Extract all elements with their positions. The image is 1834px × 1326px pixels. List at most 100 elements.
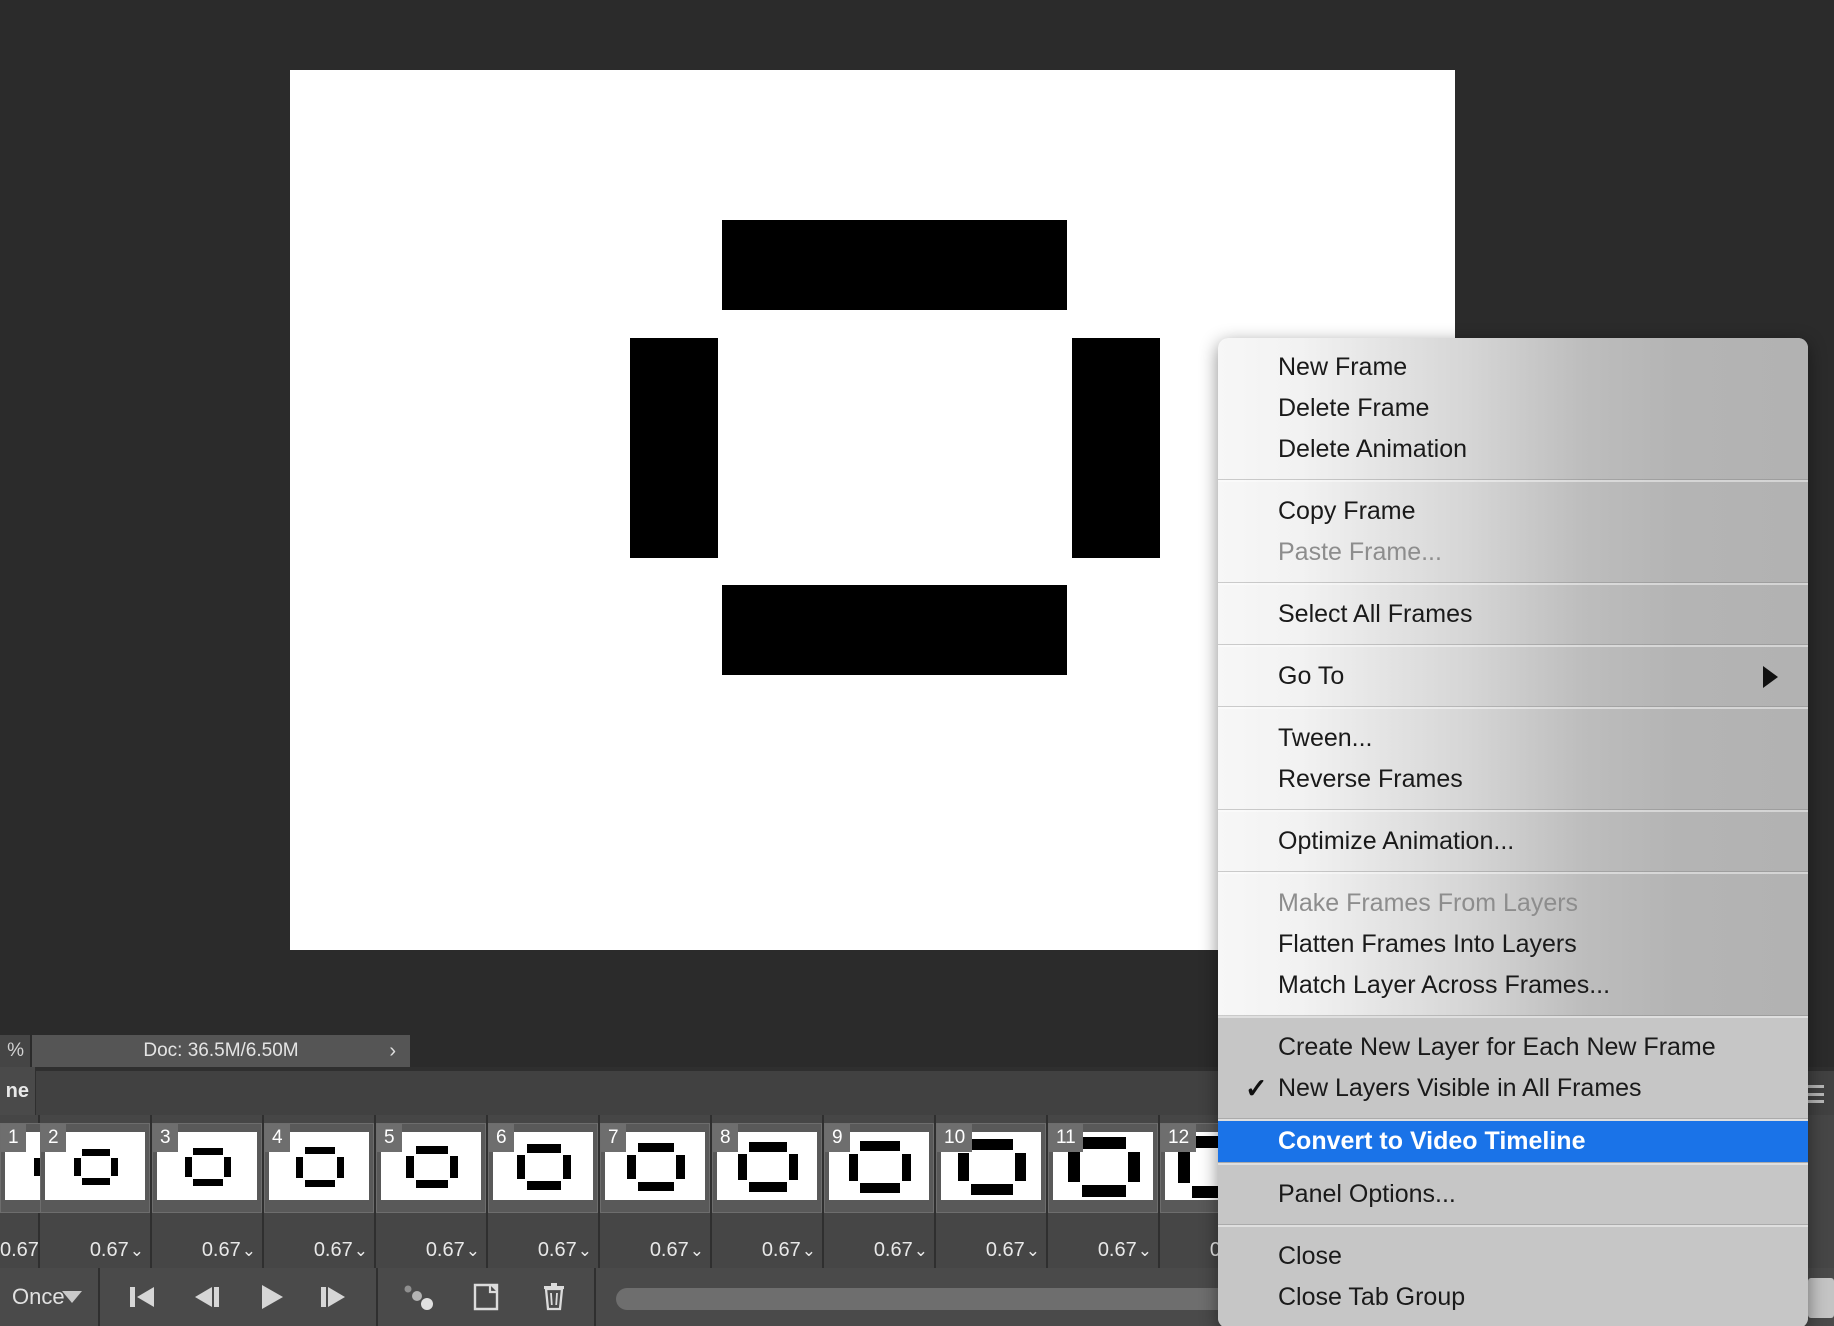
menu-item-new-layers-visible-in-all-frames[interactable]: ✓ New Layers Visible in All Frames (1218, 1068, 1808, 1109)
menu-item-optimize-animation[interactable]: Optimize Animation... (1218, 821, 1808, 862)
frame-delay-select[interactable]: 0.67⌄ (824, 1239, 928, 1262)
menu-item-flatten-frames-into-layers[interactable]: Flatten Frames Into Layers (1218, 924, 1808, 965)
frame-number: 12 (1161, 1124, 1197, 1152)
menu-item-convert-to-video-timeline[interactable]: Convert to Video Timeline (1218, 1121, 1808, 1162)
frame-art-left (848, 1153, 859, 1181)
frame-delay-select[interactable]: 0.67⌄ (712, 1239, 816, 1262)
frame-thumbnail[interactable]: 9 (824, 1123, 934, 1213)
timeline-panel-context-menu[interactable]: New Frame Delete Frame Delete Animation Cop… (1218, 338, 1808, 1326)
frame-number: 9 (825, 1124, 850, 1152)
frame-number: 10 (937, 1124, 973, 1152)
timeline-frame[interactable]: 11 0.67⌄ (1048, 1115, 1160, 1268)
menu-item-label: Match Layer Across Frames... (1278, 971, 1611, 999)
timeline-frame[interactable]: 2 0.67⌄ (40, 1115, 152, 1268)
trash-icon[interactable] (534, 1280, 574, 1314)
frame-art-bottom (193, 1178, 223, 1187)
frame-delay-select[interactable]: 0.67⌄ (376, 1239, 480, 1262)
frame-delay-select[interactable]: 0.67⌄ (1048, 1239, 1152, 1262)
frame-art-right (1015, 1152, 1026, 1182)
frame-delay-select[interactable]: 0.67⌄ (600, 1239, 704, 1262)
menu-item-label: Make Frames From Layers (1278, 889, 1579, 917)
menu-item-tween[interactable]: Tween... (1218, 718, 1808, 759)
frame-art-left (737, 1154, 748, 1180)
zoom-level-field[interactable]: % (0, 1035, 30, 1067)
menu-item-go-to[interactable]: Go To (1218, 656, 1808, 697)
menu-item-reverse-frames[interactable]: Reverse Frames (1218, 759, 1808, 800)
frame-tools (378, 1268, 596, 1326)
frame-art-top (82, 1149, 110, 1156)
frame-thumbnail[interactable]: 8 (712, 1123, 822, 1213)
play-animation-button[interactable] (250, 1280, 290, 1314)
chevron-down-icon: ⌄ (689, 1241, 704, 1260)
frame-thumbnail[interactable]: 10 (936, 1123, 1046, 1213)
document-size-indicator[interactable]: Doc: 36.5M/6.50M › (32, 1035, 410, 1067)
menu-group: Select All Frames (1218, 583, 1808, 645)
menu-item-label: Paste Frame... (1278, 538, 1442, 566)
frame-delay-value: 0.67 (873, 1239, 913, 1261)
menu-group: Panel Options... (1218, 1163, 1808, 1225)
frame-number: 11 (1049, 1124, 1083, 1152)
menu-item-close-tab-group[interactable]: Close Tab Group (1218, 1277, 1808, 1318)
duplicate-icon[interactable] (466, 1280, 506, 1314)
frame-thumbnail[interactable]: 5 (376, 1123, 486, 1213)
menu-item-copy-frame[interactable]: Copy Frame (1218, 491, 1808, 532)
menu-item-label: Reverse Frames (1278, 765, 1463, 793)
frame-delay-select[interactable]: 0.67⌄ (264, 1239, 368, 1262)
frame-art-right (449, 1155, 458, 1179)
timeline-frame[interactable]: 8 0.67⌄ (712, 1115, 824, 1268)
tab-timeline-label: ne (5, 1079, 29, 1102)
frame-delay-select[interactable]: 0.67⌄ (0, 1239, 54, 1262)
menu-item-create-new-layer-for-each-new-frame[interactable]: Create New Layer for Each New Frame (1218, 1027, 1808, 1068)
select-first-frame-button[interactable] (122, 1280, 162, 1314)
menu-item-delete-animation[interactable]: Delete Animation (1218, 429, 1808, 470)
zoom-level-value: % (7, 1040, 24, 1061)
checkmark-icon: ✓ (1245, 1073, 1268, 1103)
select-previous-frame-button[interactable] (186, 1280, 226, 1314)
timeline-frame[interactable]: 6 0.67⌄ (488, 1115, 600, 1268)
timeline-frame[interactable]: 5 0.67⌄ (376, 1115, 488, 1268)
frame-delay-select[interactable]: 0.67⌄ (152, 1239, 256, 1262)
frame-thumbnail[interactable]: 4 (264, 1123, 374, 1213)
menu-item-match-layer-across-frames[interactable]: Match Layer Across Frames... (1218, 965, 1808, 1006)
chevron-right-icon[interactable]: › (389, 1040, 396, 1063)
frame-delay-select[interactable]: 0.67⌄ (936, 1239, 1040, 1262)
menu-item-delete-frame[interactable]: Delete Frame (1218, 388, 1808, 429)
menu-group: Create New Layer for Each New Frame ✓ New … (1218, 1016, 1808, 1119)
loop-option-value: Once (12, 1284, 65, 1309)
scrollbar-resize-grip[interactable] (1808, 1278, 1834, 1318)
timeline-frame[interactable]: 9 0.67⌄ (824, 1115, 936, 1268)
menu-item-label: Convert to Video Timeline (1278, 1127, 1586, 1155)
frame-delay-value: 0.67 (1097, 1239, 1137, 1261)
frame-delay-select[interactable]: 0.67⌄ (40, 1239, 144, 1262)
frame-thumbnail[interactable]: 2 (40, 1123, 150, 1213)
menu-group: Tween... Reverse Frames (1218, 707, 1808, 810)
frame-thumbnail[interactable]: 11 (1048, 1123, 1158, 1213)
timeline-frame[interactable]: 7 0.67⌄ (600, 1115, 712, 1268)
frame-art-left (184, 1157, 193, 1177)
timeline-frame[interactable]: 1 0.67⌄ (0, 1115, 110, 1268)
tween-icon[interactable] (398, 1280, 438, 1314)
tab-timeline[interactable]: ne (0, 1067, 35, 1115)
menu-item-new-frame[interactable]: New Frame (1218, 347, 1808, 388)
menu-item-select-all-frames[interactable]: Select All Frames (1218, 594, 1808, 635)
menu-item-label: New Layers Visible in All Frames (1278, 1074, 1642, 1102)
chevron-down-icon: ⌄ (1025, 1241, 1040, 1260)
frame-thumbnail[interactable]: 3 (152, 1123, 262, 1213)
menu-item-paste-frame: Paste Frame... (1218, 532, 1808, 573)
frame-thumbnail[interactable]: 6 (488, 1123, 598, 1213)
menu-item-close[interactable]: Close (1218, 1236, 1808, 1277)
frame-art-right (110, 1157, 118, 1177)
select-next-frame-button[interactable] (314, 1280, 354, 1314)
timeline-frame[interactable]: 4 0.67⌄ (264, 1115, 376, 1268)
timeline-frame[interactable]: 10 0.67⌄ (936, 1115, 1048, 1268)
menu-item-label: Create New Layer for Each New Frame (1278, 1033, 1716, 1061)
menu-item-label: Optimize Animation... (1278, 827, 1515, 855)
menu-item-panel-options[interactable]: Panel Options... (1218, 1174, 1808, 1215)
loop-option-select[interactable]: Once (0, 1268, 100, 1326)
frame-delay-select[interactable]: 0.67⌄ (488, 1239, 592, 1262)
timeline-frame[interactable]: 3 0.67⌄ (152, 1115, 264, 1268)
frame-delay-value: 0.67 (0, 1239, 39, 1261)
frame-thumbnail[interactable]: 7 (600, 1123, 710, 1213)
frame-art-right (1128, 1151, 1140, 1183)
frame-art-left (74, 1157, 82, 1177)
